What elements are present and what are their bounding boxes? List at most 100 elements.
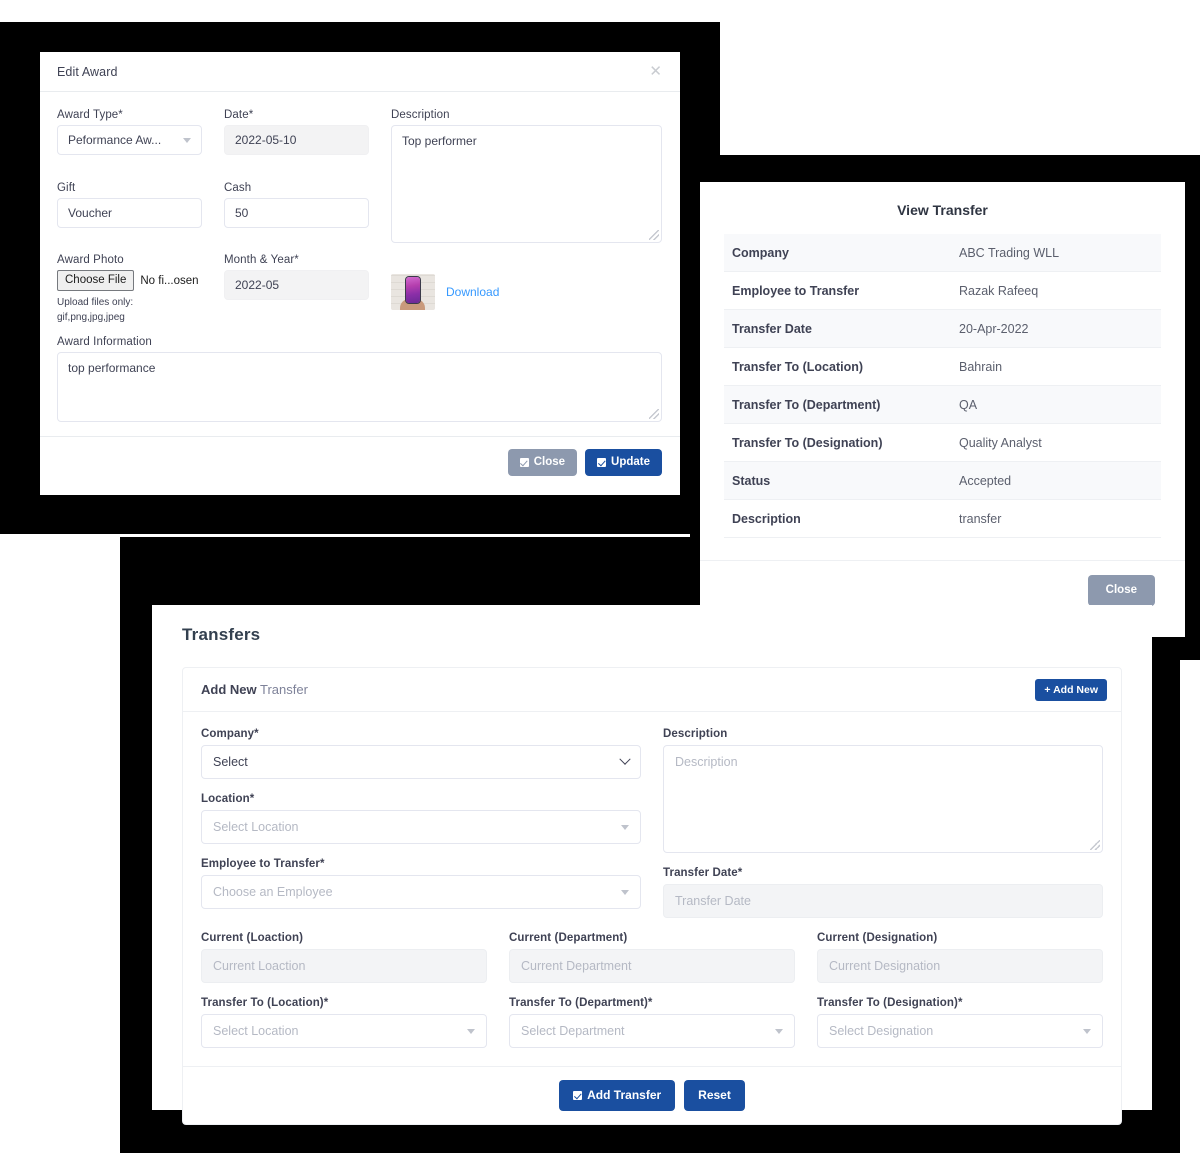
table-row: Status Accepted — [724, 462, 1161, 500]
transfer-to-department-placeholder: Select Department — [521, 1024, 625, 1038]
row-value: Bahrain — [959, 359, 1003, 374]
award-cash-input[interactable]: 50 — [224, 197, 369, 228]
current-location-placeholder: Current Loaction — [213, 959, 306, 973]
chevron-down-icon — [621, 824, 629, 830]
row-key: Transfer To (Designation) — [732, 435, 883, 450]
award-information-value: top performance — [68, 361, 156, 376]
transfer-to-designation-select[interactable]: Select Designation — [817, 1014, 1103, 1048]
award-type-select[interactable]: Peformance Aw... — [57, 125, 202, 155]
award-type-label: Award Type* — [57, 109, 123, 121]
row-key: Transfer Date — [732, 321, 812, 336]
current-location-field: Current (Loaction) Current Loaction — [201, 932, 487, 983]
location-label: Location* — [201, 793, 255, 805]
transfer-date-input[interactable]: Transfer Date — [663, 884, 1103, 918]
location-select[interactable]: Select Location — [201, 810, 641, 844]
current-designation-label: Current (Designation) — [817, 932, 938, 944]
add-new-button[interactable]: + Add New — [1035, 678, 1107, 701]
description-textarea[interactable]: Description — [663, 745, 1103, 853]
award-gift-value: Voucher — [68, 205, 113, 220]
row-value: Accepted — [959, 473, 1012, 488]
table-row: Transfer Date 20-Apr-2022 — [724, 310, 1161, 348]
row-value: 20-Apr-2022 — [959, 321, 1029, 336]
description-field: Description Description — [663, 728, 1103, 853]
row-value: ABC Trading WLL — [959, 245, 1060, 260]
close-icon[interactable]: ✕ — [649, 64, 662, 79]
edit-award-modal: Edit Award ✕ Award Type* Peformance Aw..… — [40, 52, 680, 495]
row-value: transfer — [959, 511, 1002, 526]
award-description-label: Description — [391, 109, 450, 121]
card-title: Add New Transfer — [201, 682, 308, 697]
row-key: Employee to Transfer — [732, 283, 860, 298]
award-description-field: Description Top performer — [391, 109, 662, 243]
company-value: Select — [213, 755, 248, 769]
row-key: Transfer To (Department) — [732, 397, 881, 412]
checkbox-icon — [519, 458, 529, 468]
transfer-date-placeholder: Transfer Date — [675, 894, 751, 908]
current-designation-field: Current (Designation) Current Designatio… — [817, 932, 1103, 983]
checkbox-icon — [573, 1091, 583, 1101]
location-placeholder: Select Location — [213, 820, 299, 834]
current-location-input[interactable]: Current Loaction — [201, 949, 487, 983]
transfer-to-designation-label: Transfer To (Designation)* — [817, 997, 963, 1009]
row-key: Company — [732, 245, 789, 260]
chevron-down-icon — [621, 889, 629, 895]
close-button[interactable]: Close — [507, 449, 578, 477]
award-photo-field: Award Photo Choose File No fi...osen Upl… — [57, 254, 202, 325]
employee-select[interactable]: Choose an Employee — [201, 875, 641, 909]
upload-hint-line1: Upload files only: — [57, 297, 134, 309]
view-transfer-close-button[interactable]: Close — [1087, 575, 1155, 606]
transfer-to-designation-placeholder: Select Designation — [829, 1024, 934, 1038]
transfer-to-designation-field: Transfer To (Designation)* Select Design… — [817, 997, 1103, 1048]
current-department-field: Current (Department) Current Department — [509, 932, 795, 983]
screenshot-stage: Edit Award ✕ Award Type* Peformance Aw..… — [0, 0, 1200, 1153]
chevron-down-icon — [775, 1028, 783, 1034]
table-row: Transfer To (Department) QA — [724, 386, 1161, 424]
current-designation-input[interactable]: Current Designation — [817, 949, 1103, 983]
choose-file-button[interactable]: Choose File — [57, 270, 135, 292]
resize-handle-icon[interactable] — [649, 409, 659, 420]
award-photo-thumbnail[interactable] — [391, 274, 435, 310]
current-department-placeholder: Current Department — [521, 959, 632, 973]
file-input-row[interactable]: Choose File No fi...osen — [57, 270, 202, 292]
award-gift-label: Gift — [57, 181, 76, 194]
award-description-textarea[interactable]: Top performer — [391, 125, 662, 243]
employee-field: Employee to Transfer* Choose an Employee — [201, 858, 641, 909]
resize-handle-icon[interactable] — [649, 230, 659, 240]
view-transfer-modal: View Transfer Company ABC Trading WLL Empl… — [700, 182, 1185, 637]
add-transfer-button[interactable]: Add Transfer — [559, 1080, 676, 1112]
update-button[interactable]: Update — [585, 449, 662, 477]
company-select[interactable]: Select — [201, 745, 641, 779]
edit-award-modal-body: Award Type* Peformance Aw... Date* 2022-… — [40, 92, 680, 423]
transfer-date-field: Transfer Date* Transfer Date — [663, 867, 1103, 918]
card-body: Company* Select Location* Select Locatio… — [183, 712, 1121, 1062]
award-date-input[interactable]: 2022-05-10 — [224, 125, 369, 155]
award-month-year-field: Month & Year* 2022-05 — [224, 254, 369, 325]
left-column: Company* Select Location* Select Locatio… — [201, 728, 641, 932]
award-date-field: Date* 2022-05-10 — [224, 109, 369, 171]
row-key: Status — [732, 473, 771, 488]
award-gift-input[interactable]: Voucher — [57, 197, 202, 228]
award-gift-field: Gift Voucher — [57, 182, 202, 244]
award-month-year-input[interactable]: 2022-05 — [224, 270, 369, 300]
phone-shape — [406, 277, 420, 303]
description-label: Description — [663, 728, 728, 740]
current-department-input[interactable]: Current Department — [509, 949, 795, 983]
row-value: QA — [959, 397, 978, 412]
card-header: Add New Transfer + Add New — [183, 668, 1121, 712]
edit-award-title: Edit Award — [57, 64, 118, 79]
chevron-down-icon — [467, 1028, 475, 1034]
reset-button[interactable]: Reset — [684, 1080, 745, 1112]
edit-award-modal-footer: Close Update — [40, 436, 680, 488]
transfer-to-department-field: Transfer To (Department)* Select Departm… — [509, 997, 795, 1048]
edit-award-modal-header: Edit Award ✕ — [40, 52, 680, 92]
resize-handle-icon[interactable] — [1090, 840, 1100, 850]
chevron-down-icon — [183, 137, 191, 143]
award-photo-preview-field: Download — [391, 254, 662, 325]
award-month-year-value: 2022-05 — [235, 278, 280, 292]
transfer-to-department-select[interactable]: Select Department — [509, 1014, 795, 1048]
download-link[interactable]: Download — [446, 285, 499, 299]
award-information-textarea[interactable]: top performance — [57, 352, 662, 423]
company-field: Company* Select — [201, 728, 641, 779]
transfer-to-location-select[interactable]: Select Location — [201, 1014, 487, 1048]
award-information-field: Award Information top performance — [57, 336, 662, 423]
